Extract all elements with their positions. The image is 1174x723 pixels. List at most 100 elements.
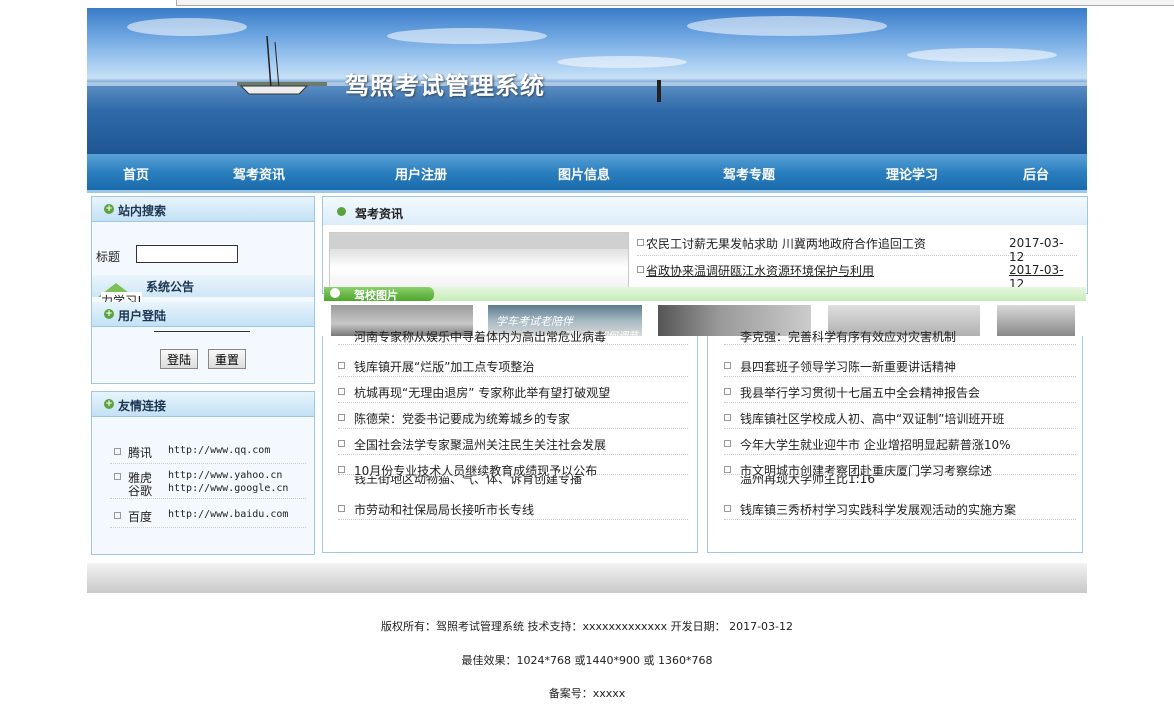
search-title-label: 标题	[96, 250, 121, 264]
bullet-icon	[724, 505, 731, 512]
bullet-icon	[338, 466, 345, 473]
list-item[interactable]: 钱库镇开展“烂版”加工点专项整治	[338, 356, 688, 377]
nav-register[interactable]: 用户注册	[395, 164, 447, 183]
bullet-icon	[637, 239, 644, 246]
search-panel: + 站内搜索 标题 系统公告 力学习! + 用户登陆 登陆 重置	[91, 196, 315, 384]
left-news-list: 河南专家称从娱乐中寻着体内为高出常危业病毒 钱库镇开展“烂版”加工点专项整治 杭…	[338, 330, 688, 530]
list-item[interactable]: 市文明城市创建考察团赴重庆厦门学习考察综述	[724, 460, 1076, 478]
right-news-list: 李克强：完善科学有序有效应对灾害机制 县四套班子领导学习陈一新重要讲话精神 我县…	[724, 330, 1076, 530]
link-row[interactable]: 腾讯 http://www.qq.com	[110, 443, 306, 464]
link-name: 谷歌	[128, 484, 153, 498]
photos-header: 驾校图片	[324, 287, 1086, 302]
list-item[interactable]: 市劳动和社保局局长接听市长专线	[338, 499, 688, 520]
news-image[interactable]	[329, 232, 629, 292]
list-item-text[interactable]: 李克强：完善科学有序有效应对灾害机制	[740, 330, 956, 344]
link-name: 腾讯	[128, 446, 153, 460]
footer-resolution: 最佳效果：1024*768 或1440*900 或 1360*768	[461, 654, 713, 667]
list-item[interactable]: 钱库镇社区学校成人初、高中“双证制”培训班开班	[724, 408, 1076, 429]
links-panel-title: 友情连接	[118, 399, 167, 413]
bullet-icon	[724, 440, 731, 447]
links-panel: + 友情连接 腾讯 http://www.qq.com 雅虎 http://ww…	[91, 391, 315, 555]
login-button[interactable]: 登陆	[160, 349, 199, 369]
list-item[interactable]: 钱王街地区动物猫、气、体、诉育创建专播	[338, 476, 688, 486]
bullet-icon	[330, 288, 340, 298]
link-url: http://www.qq.com	[168, 445, 271, 456]
list-item[interactable]: 杭城再现“无理由退房” 专家称此举有望打破观望	[338, 382, 688, 403]
bullet-icon	[114, 473, 121, 480]
news-row[interactable]: 省政协来温调研瓯江水资源环境保护与利用 2017-03-12	[637, 260, 1077, 291]
link-row[interactable]: 百度 http://www.baidu.com	[110, 507, 306, 528]
notice-title: 系统公告	[146, 280, 195, 294]
cloud-decoration	[907, 48, 1057, 62]
list-item[interactable]: 温州再现大学师生比1:16	[724, 476, 1076, 486]
bullet-icon	[724, 414, 731, 421]
list-item-text[interactable]: 温州再现大学师生比1:16	[740, 476, 875, 486]
list-item[interactable]: 河南专家称从娱乐中寻着体内为高出常危业病毒	[338, 330, 688, 345]
bullet-icon	[338, 388, 345, 395]
nav-pictures[interactable]: 图片信息	[558, 164, 610, 183]
news-image-band	[330, 233, 628, 249]
list-item-text[interactable]: 今年大学生就业迎牛市 企业增招明显起薪普涨10%	[740, 436, 1011, 453]
bullet-icon	[338, 440, 345, 447]
link-name: 百度	[128, 510, 153, 524]
news-panel: 驾考资讯 农民工讨薪无果发帖求助 川冀两地政府合作追回工资 2017-03-12…	[322, 196, 1088, 294]
cloud-decoration	[557, 56, 687, 68]
username-input[interactable]	[154, 331, 250, 338]
bullet-icon	[724, 362, 731, 369]
bullet-icon	[114, 448, 121, 455]
news-row[interactable]: 农民工讨薪无果发帖求助 川冀两地政府合作追回工资 2017-03-12	[637, 233, 1077, 264]
list-item[interactable]: 今年大学生就业迎牛市 企业增招明显起薪普涨10%	[724, 434, 1076, 455]
address-frame	[176, 0, 1174, 6]
news-link[interactable]: 农民工讨薪无果发帖求助 川冀两地政府合作追回工资	[646, 235, 926, 252]
list-item-text[interactable]: 钱库镇开展“烂版”加工点专项整治	[354, 358, 534, 375]
cloud-decoration	[687, 16, 887, 36]
list-item-text[interactable]: 钱库镇社区学校成人初、高中“双证制”培训班开班	[740, 410, 1004, 427]
list-item-text[interactable]: 陈德荣：党委书记要成为统筹城乡的专家	[354, 410, 570, 427]
list-item[interactable]: 陈德荣：党委书记要成为统筹城乡的专家	[338, 408, 688, 429]
news-link[interactable]: 省政协来温调研瓯江水资源环境保护与利用	[646, 262, 874, 279]
list-item-text[interactable]: 县四套班子领导学习陈一新重要讲话精神	[740, 358, 956, 375]
list-item[interactable]: 李克强：完善科学有序有效应对灾害机制	[724, 330, 1076, 345]
footer-bar	[87, 563, 1087, 593]
footer-icp: 备案号：xxxxx	[548, 687, 626, 700]
bullet-icon: +	[104, 309, 114, 319]
bullet-icon	[338, 505, 345, 512]
login-panel-title: 用户登陆	[118, 309, 167, 323]
link-row[interactable]: 雅虎 http://www.yahoo.cn	[110, 469, 306, 485]
search-input[interactable]	[136, 245, 238, 263]
list-item[interactable]: 县四套班子领导学习陈一新重要讲话精神	[724, 356, 1076, 377]
list-item-text[interactable]: 市劳动和社保局局长接听市长专线	[354, 501, 534, 518]
nav-home[interactable]: 首页	[123, 164, 149, 183]
browser-top-strip	[0, 0, 1174, 6]
bullet-icon: +	[104, 204, 114, 214]
list-item[interactable]: 钱库镇三秀桥村学习实践科学发展观活动的实施方案	[724, 499, 1076, 520]
header-banner: 驾照考试管理系统	[87, 8, 1087, 154]
list-item-text[interactable]: 河南专家称从娱乐中寻着体内为高出常危业病毒	[354, 330, 606, 344]
bullet-icon	[338, 362, 345, 369]
nav-admin[interactable]: 后台	[1023, 164, 1049, 183]
nav-theory[interactable]: 理论学习	[886, 164, 938, 183]
reset-button[interactable]: 重置	[208, 349, 247, 369]
site-title: 驾照考试管理系统	[345, 71, 545, 100]
list-item[interactable]: 10月份专业技术人员继续教育成绩现予以公布	[338, 460, 688, 478]
bullet-icon	[724, 388, 731, 395]
footer-copyright: 版权所有：驾照考试管理系统 技术支持：xxxxxxxxxxxxx 开发日期： 2…	[380, 620, 794, 633]
list-item-text[interactable]: 钱王街地区动物猫、气、体、诉育创建专播	[354, 476, 582, 486]
list-item-text[interactable]: 全国社会法学专家聚温州关注民生关注社会发展	[354, 436, 606, 453]
list-item[interactable]: 我县举行学习贯彻十七届五中全会精神报告会	[724, 382, 1076, 403]
bullet-icon	[337, 207, 346, 216]
nav-news[interactable]: 驾考资讯	[233, 164, 285, 183]
list-item[interactable]: 全国社会法学专家聚温州关注民生关注社会发展	[338, 434, 688, 455]
link-row[interactable]: 谷歌 http://www.google.cn	[110, 482, 306, 499]
link-url: http://www.yahoo.cn	[168, 470, 283, 481]
photos-title: 驾校图片	[354, 289, 398, 302]
buoy-decoration	[657, 80, 661, 102]
list-item-text[interactable]: 我县举行学习贯彻十七届五中全会精神报告会	[740, 384, 980, 401]
list-item-text[interactable]: 杭城再现“无理由退房” 专家称此举有望打破观望	[354, 384, 610, 401]
link-url: http://www.google.cn	[168, 483, 289, 494]
bullet-icon	[637, 266, 644, 273]
list-item-text[interactable]: 钱库镇三秀桥村学习实践科学发展观活动的实施方案	[740, 501, 1016, 518]
nav-topics[interactable]: 驾考专题	[723, 164, 775, 183]
login-panel-header: + 用户登陆	[92, 302, 314, 327]
sailboat-icon	[239, 36, 309, 95]
